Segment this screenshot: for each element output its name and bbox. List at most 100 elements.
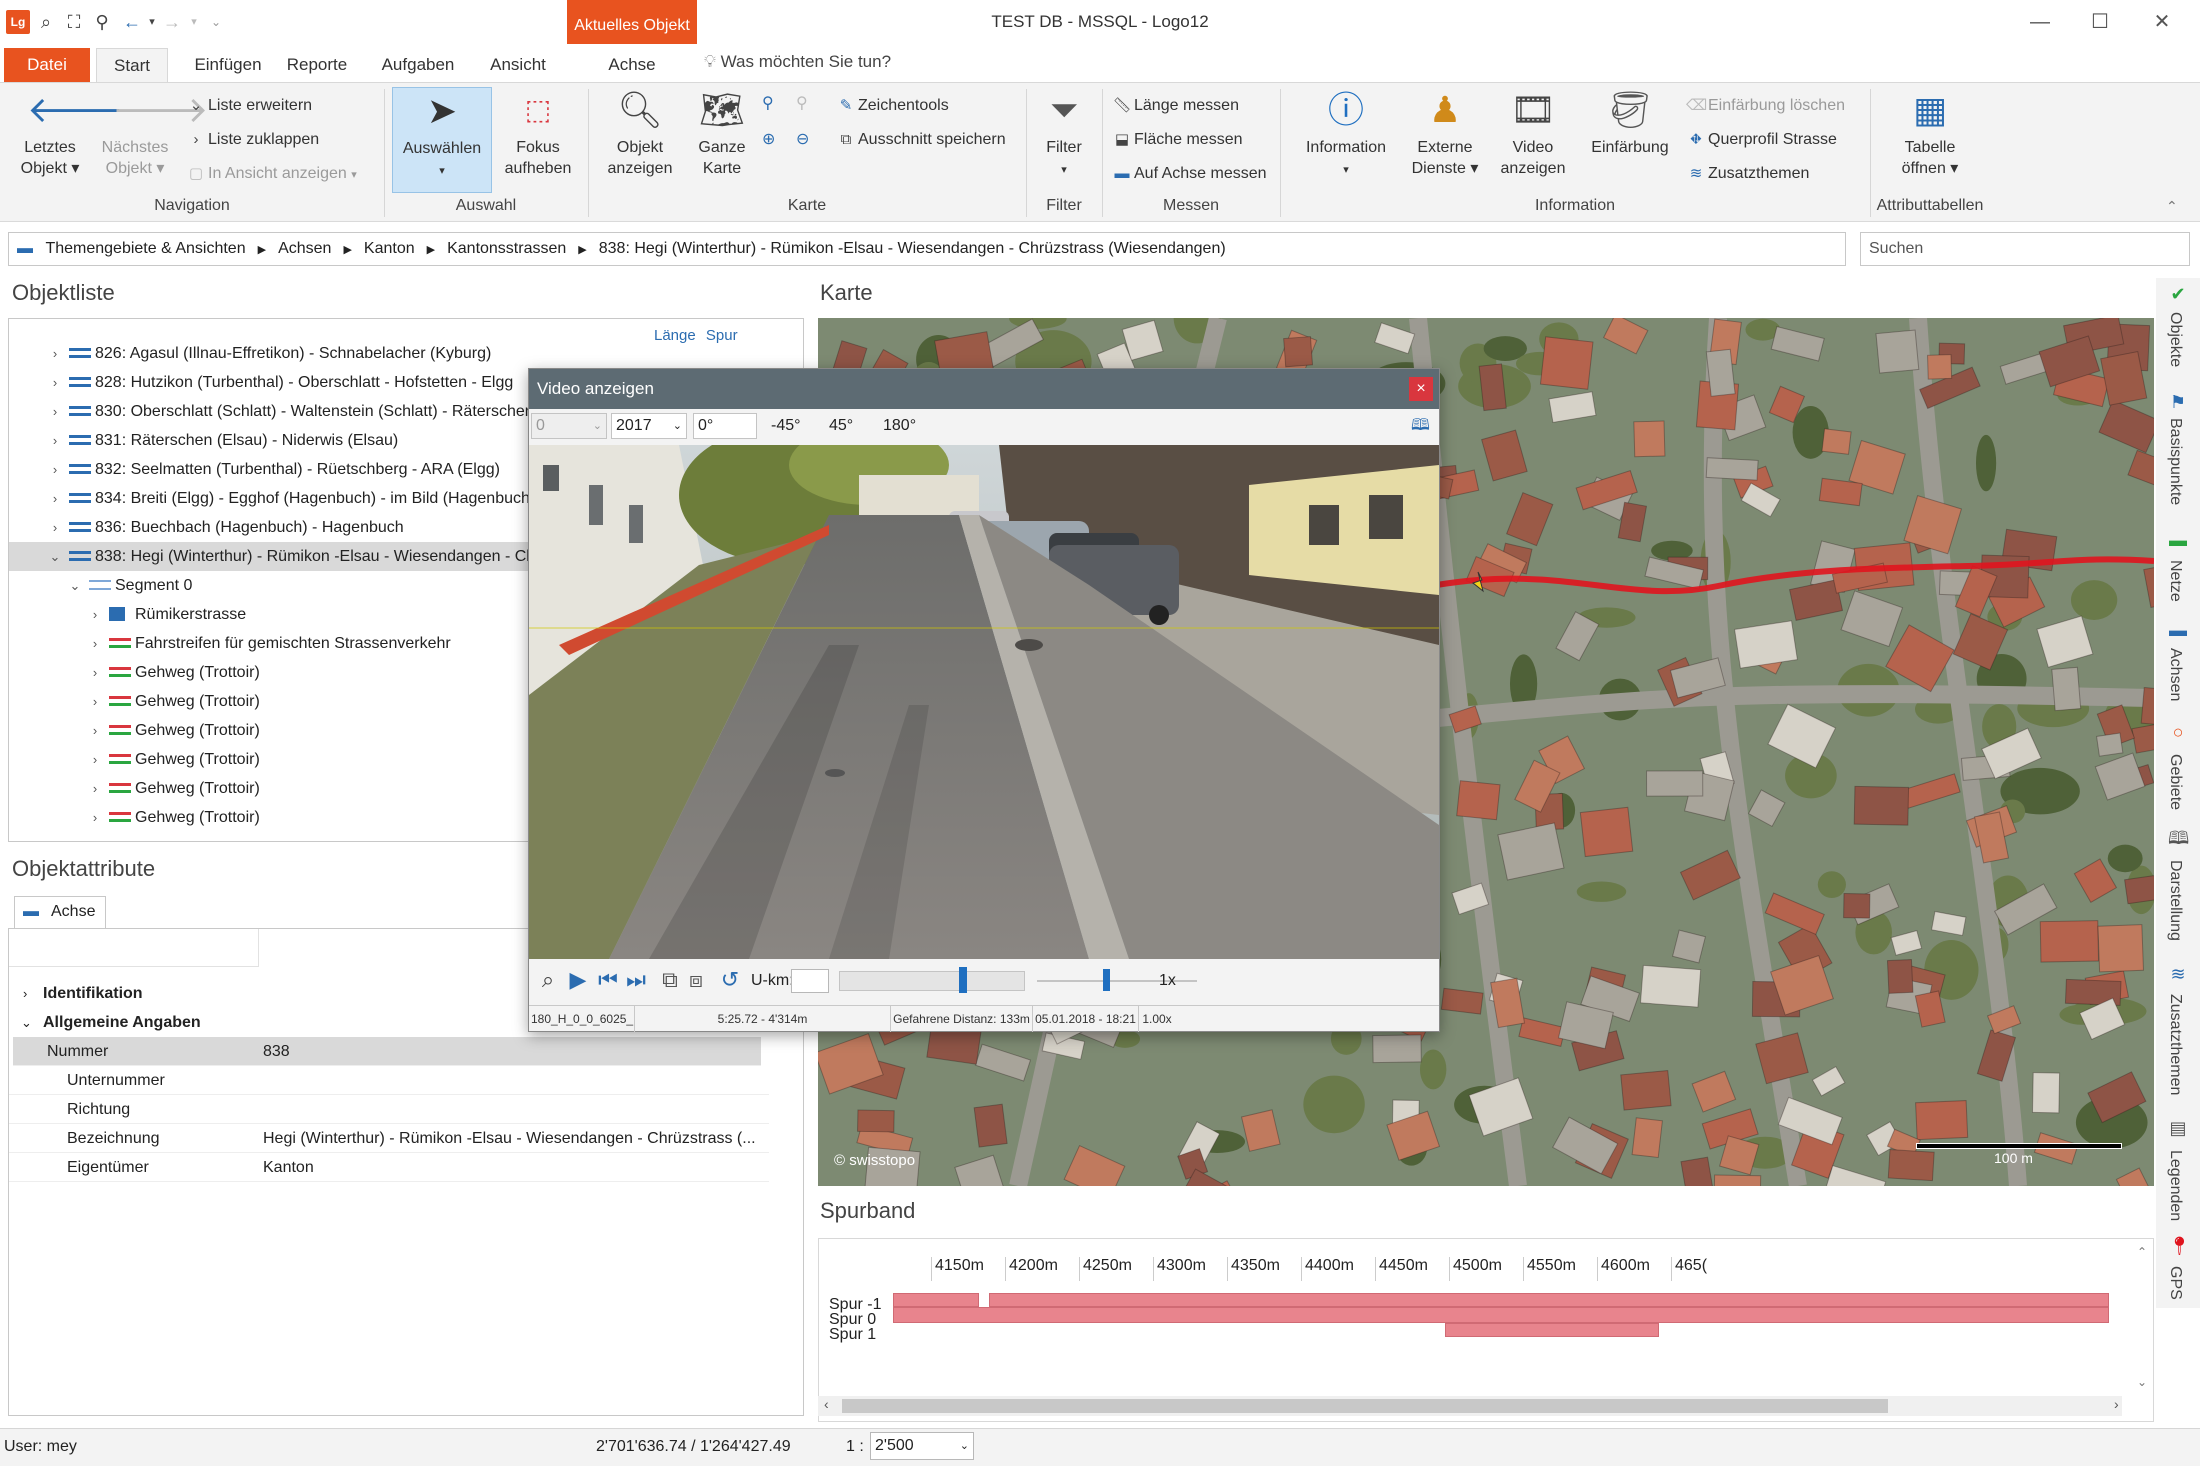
close-button[interactable]: × xyxy=(1409,377,1433,401)
breadcrumb-item[interactable]: Achsen xyxy=(278,240,331,257)
tabelle-oeffnen-button[interactable]: ▦ Tabelle öffnen ▾ xyxy=(1882,87,1978,179)
in-ansicht-anzeigen-button[interactable]: ▢ In Ansicht anzeigen ▾ xyxy=(186,163,357,186)
auswaehlen-button[interactable]: ➤︎ Auswählen ▾ xyxy=(392,87,492,193)
chevron-down-icon[interactable]: ⌄ xyxy=(67,571,83,600)
sidebar-tab-objekte[interactable]: Objekte xyxy=(2166,312,2184,367)
liste-erweitern-button[interactable]: ⌄ Liste erweitern xyxy=(186,95,312,117)
sidebar-tab-zusatzthemen[interactable]: Zusatzthemen xyxy=(2166,994,2184,1095)
chevron-right-icon[interactable]: › xyxy=(87,745,103,774)
filter-button[interactable]: ⏷ Filter ▾ xyxy=(1034,87,1094,181)
zoom-window-icon[interactable]: ⚲ xyxy=(762,93,774,115)
sidebar-tab-legenden[interactable]: Legenden xyxy=(2166,1150,2184,1221)
speed-thumb[interactable] xyxy=(1103,969,1110,991)
close-icon[interactable]: ✕ xyxy=(2134,4,2190,40)
skip-forward-icon[interactable]: ⏭ xyxy=(621,965,651,995)
spurband-view[interactable]: 4150m 4200m 4250m 4300m 4350m 4400m 4450m 4500m… xyxy=(818,1238,2154,1422)
attribute-row[interactable]: Richtung xyxy=(9,1095,769,1124)
tab-ansicht[interactable]: Ansicht xyxy=(482,48,554,82)
play-icon[interactable]: ▶ xyxy=(563,965,593,995)
tab-achse[interactable]: Achse xyxy=(580,48,684,82)
chevron-right-icon[interactable]: › xyxy=(87,803,103,832)
chevron-right-icon[interactable]: › xyxy=(47,513,63,542)
flaeche-messen-button[interactable]: ⬓ Fläche messen xyxy=(1112,129,1243,151)
scroll-up-icon[interactable]: ⌃ xyxy=(2137,1245,2147,1259)
zoom-user-icon[interactable]: ⚲ xyxy=(796,93,808,115)
chevron-right-icon[interactable]: › xyxy=(47,455,63,484)
chevron-right-icon[interactable]: › xyxy=(87,687,103,716)
zoom-in-icon[interactable]: ⊕ xyxy=(762,129,775,151)
minimize-icon[interactable]: — xyxy=(2012,4,2068,40)
sidebar-tab-darstellung[interactable]: Darstellung xyxy=(2166,860,2184,941)
tab-einfuegen[interactable]: Einfügen xyxy=(180,48,276,82)
scroll-down-icon[interactable]: ⌄ xyxy=(2137,1375,2147,1389)
tab-datei[interactable]: Datei xyxy=(4,48,90,82)
tab-aufgaben[interactable]: Aufgaben xyxy=(372,48,464,82)
breadcrumb-item[interactable]: Kanton xyxy=(364,240,415,257)
collapse-ribbon-icon[interactable]: ⌃ xyxy=(2166,195,2178,217)
scroll-right-icon[interactable]: › xyxy=(2114,1396,2119,1412)
year-select[interactable]: 2017 ⌄ xyxy=(611,413,687,439)
maximize-icon[interactable]: ☐ xyxy=(2072,4,2128,40)
ganze-karte-button[interactable]: 🗺︎ Ganze Karte xyxy=(680,87,764,179)
chevron-right-icon[interactable]: › xyxy=(87,629,103,658)
zeichentools-button[interactable]: ✎ Zeichentools xyxy=(836,95,949,117)
position-track[interactable] xyxy=(839,971,1025,991)
tab-reporte[interactable]: Reporte xyxy=(280,48,354,82)
letztes-objekt-button[interactable]: 🡐︎ Letztes Objekt ▾ xyxy=(10,87,124,179)
tab-achse-attributes[interactable]: ▬ Achse xyxy=(14,896,106,928)
chevron-right-icon[interactable]: › xyxy=(87,600,103,629)
video-anzeigen-button[interactable]: 🎞︎ Video anzeigen xyxy=(1490,87,1576,179)
video-frame[interactable] xyxy=(529,445,1439,959)
snapshot-icon[interactable]: ⌕ xyxy=(533,965,563,995)
zoom-out-icon[interactable]: ⊖ xyxy=(796,129,809,151)
sidebar-tab-achsen[interactable]: Achsen xyxy=(2166,648,2184,701)
camera-select[interactable]: 0 ⌄ xyxy=(531,413,607,439)
sidebar-tab-gebiete[interactable]: Gebiete xyxy=(2166,754,2184,810)
breadcrumb-item[interactable]: Themengebiete & Ansichten xyxy=(45,240,245,257)
auf-achse-messen-button[interactable]: ▬ Auf Achse messen xyxy=(1112,163,1267,185)
chevron-down-icon[interactable]: ⌄ xyxy=(47,542,63,571)
lane-bar-spur-minus1[interactable] xyxy=(893,1293,979,1307)
position-thumb[interactable] xyxy=(959,967,967,993)
chevron-right-icon[interactable]: › xyxy=(47,339,63,368)
tab-start[interactable]: Start xyxy=(96,48,168,82)
sidebar-tab-netze[interactable]: Netze xyxy=(2166,560,2184,602)
objekt-anzeigen-button[interactable]: 🔍︎ Objekt anzeigen xyxy=(598,87,682,179)
reverse-icon[interactable]: ↺ xyxy=(715,965,745,995)
querprofil-strasse-button[interactable]: ⛖ Querprofil Strasse xyxy=(1686,129,1837,151)
scroll-left-icon[interactable]: ‹ xyxy=(824,1396,829,1412)
information-button[interactable]: ⓘ Information ▾ xyxy=(1292,87,1400,181)
tree-row[interactable]: › 826: Agasul (Illnau-Effretikon) - Schna… xyxy=(9,339,803,368)
attribute-row[interactable]: Unternummer xyxy=(9,1066,769,1095)
liste-zuklappen-button[interactable]: › Liste zuklappen xyxy=(186,129,320,151)
lane-bar-spur-0[interactable] xyxy=(893,1307,2109,1323)
ukm-input[interactable] xyxy=(791,969,829,993)
map-sync-icon[interactable]: 🕮︎ xyxy=(1411,413,1430,439)
angle-input[interactable]: 0° xyxy=(693,413,757,439)
copy-frame-icon[interactable]: ⧈ xyxy=(681,965,711,995)
lane-bar-spur-minus1[interactable] xyxy=(989,1293,2109,1307)
angle-option[interactable]: 180° xyxy=(883,413,916,439)
angle-option[interactable]: -45° xyxy=(771,413,801,439)
laenge-messen-button[interactable]: 📏︎ Länge messen xyxy=(1112,95,1239,117)
chevron-right-icon[interactable]: › xyxy=(47,368,63,397)
tell-me-box[interactable]: 💡︎ Was möchten Sie tun? xyxy=(704,52,891,72)
zusatzthemen-button[interactable]: ≋ Zusatzthemen xyxy=(1686,163,1810,185)
skip-back-icon[interactable]: ⏮ xyxy=(593,965,623,995)
attribute-row[interactable]: Eigentümer Kanton xyxy=(9,1153,769,1182)
chevron-right-icon[interactable]: › xyxy=(87,658,103,687)
chevron-right-icon[interactable]: › xyxy=(87,774,103,803)
sidebar-tab-basispunkte[interactable]: Basispunkte xyxy=(2166,418,2184,505)
search-input[interactable]: Suchen xyxy=(1860,232,2190,266)
video-dialog-titlebar[interactable]: Video anzeigen × xyxy=(529,369,1439,409)
sidebar-tab-gps[interactable]: GPS xyxy=(2166,1266,2184,1300)
einfaerbung-loeschen-button[interactable]: ⌫Einfärbung löschen xyxy=(1686,95,1845,117)
naechstes-objekt-button[interactable]: 🡒︎ Nächstes Objekt ▾ xyxy=(94,87,209,179)
attribute-row[interactable]: Nummer 838 xyxy=(13,1037,761,1066)
ausschnitt-speichern-button[interactable]: ⧉ Ausschnitt speichern xyxy=(836,129,1006,151)
angle-option[interactable]: 45° xyxy=(829,413,853,439)
einfaerbung-button[interactable]: 🪣︎ Einfärbung xyxy=(1584,87,1676,158)
attribute-row[interactable]: Bezeichnung Hegi (Winterthur) - Rümikon -… xyxy=(9,1124,769,1153)
externe-dienste-button[interactable]: ♟ Externe Dienste ▾ xyxy=(1404,87,1486,179)
chevron-right-icon[interactable]: › xyxy=(47,397,63,426)
